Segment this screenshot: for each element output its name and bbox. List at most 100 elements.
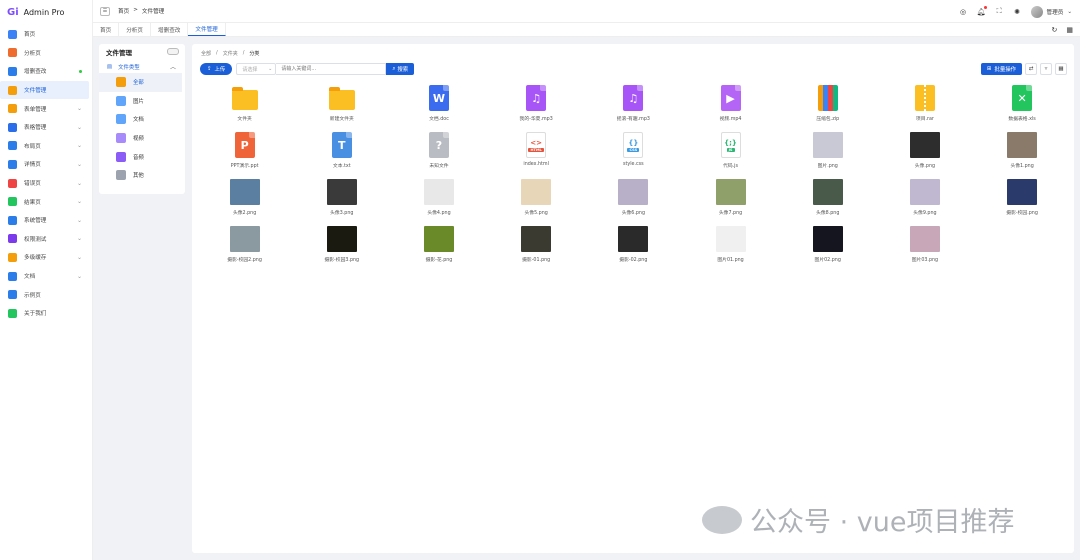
file-item[interactable]: {} CSS style.css bbox=[585, 131, 682, 178]
search-input[interactable] bbox=[276, 63, 387, 75]
file-item[interactable]: ✕ 数据表格.xls bbox=[974, 84, 1071, 131]
user-menu[interactable]: 管理员 ⌄ bbox=[1030, 5, 1072, 18]
tab[interactable]: 分析页 bbox=[119, 23, 151, 36]
file-name: 项目.rar bbox=[915, 117, 934, 122]
grid-menu-icon[interactable]: ▦ bbox=[1066, 26, 1073, 34]
file-item[interactable]: 新建文件夹 bbox=[293, 84, 390, 131]
sidebar-menu: 首页 分析页 增删查改 文件管理 表单管理 ⌄ 表格管理 ⌄ 布局页 ⌄ 详情页 ⌄ 错误页 ⌄ 结果页 ⌄ 系… bbox=[0, 25, 92, 323]
image-thumbnail bbox=[812, 225, 843, 253]
sidebar-item[interactable]: 文档 ⌄ bbox=[0, 267, 92, 286]
panel-toggle[interactable] bbox=[167, 48, 179, 55]
file-item[interactable]: 头像7.png bbox=[682, 178, 779, 225]
file-item[interactable]: 摄影-花.png bbox=[390, 225, 487, 272]
file-item[interactable]: 头像5.png bbox=[488, 178, 585, 225]
sidebar-item[interactable]: 分析页 bbox=[0, 44, 92, 63]
file-item[interactable]: {;} JS 代码.js bbox=[682, 131, 779, 178]
file-item[interactable]: T 文本.txt bbox=[293, 131, 390, 178]
file-item[interactable]: ♫ 摇滚-有趣.mp3 bbox=[585, 84, 682, 131]
file-item[interactable]: 图片01.png bbox=[682, 225, 779, 272]
menu-icon bbox=[8, 66, 17, 76]
file-type-icon bbox=[116, 151, 126, 162]
file-item[interactable]: 项目.rar bbox=[876, 84, 973, 131]
sidebar-item[interactable]: 权限测试 ⌄ bbox=[0, 230, 92, 249]
file-item[interactable]: 头像1.png bbox=[974, 131, 1071, 178]
image-thumbnail bbox=[326, 178, 357, 206]
tree-root-file-type[interactable]: ▤ 文件类型 ︿ bbox=[99, 60, 185, 73]
sidebar-item[interactable]: 错误页 ⌄ bbox=[0, 174, 92, 193]
menu-icon bbox=[8, 271, 17, 281]
github-icon[interactable]: ◎ bbox=[959, 7, 968, 16]
file-type-panel: 文件管理 ▤ 文件类型 ︿ 全部 图片 文档 视频 音频 其他 bbox=[99, 44, 185, 194]
chevron-down-icon: ⌄ bbox=[1067, 8, 1072, 15]
settings-icon[interactable]: ✺ bbox=[1013, 7, 1022, 16]
file-item[interactable]: 头像.png bbox=[876, 131, 973, 178]
menu-icon bbox=[8, 252, 17, 262]
sidebar-item[interactable]: 多级缓存 ⌄ bbox=[0, 248, 92, 267]
file-type-item[interactable]: 全部 bbox=[99, 73, 182, 92]
file-item[interactable]: 头像8.png bbox=[779, 178, 876, 225]
file-name: 未知文件 bbox=[429, 164, 449, 169]
file-item[interactable]: 头像9.png bbox=[876, 178, 973, 225]
refresh-icon[interactable]: ↻ bbox=[1052, 26, 1058, 34]
file-item[interactable]: 图片02.png bbox=[779, 225, 876, 272]
file-item[interactable]: ♫ 我的-华夏.mp3 bbox=[488, 84, 585, 131]
breadcrumb-item-home[interactable]: 首页 bbox=[118, 7, 129, 15]
file-item[interactable]: 头像6.png bbox=[585, 178, 682, 225]
path-item[interactable]: 文件夹 bbox=[223, 50, 238, 57]
file-item[interactable]: 图片03.png bbox=[876, 225, 973, 272]
image-thumbnail bbox=[423, 178, 454, 206]
file-item[interactable]: W 文档.doc bbox=[390, 84, 487, 131]
tab[interactable]: 增删查改 bbox=[151, 23, 189, 36]
fullscreen-icon[interactable]: ⛶ bbox=[995, 7, 1004, 16]
file-item[interactable]: 摄影-02.png bbox=[585, 225, 682, 272]
batch-operation-button[interactable]: ⊞ 批量操作 bbox=[980, 63, 1022, 75]
sidebar-item[interactable]: 布局页 ⌄ bbox=[0, 137, 92, 156]
path-item[interactable]: 全部 bbox=[201, 50, 211, 57]
app-logo[interactable]: Gi Admin Pro bbox=[0, 0, 92, 24]
file-item[interactable]: 摄影-01.png bbox=[488, 225, 585, 272]
file-type-item[interactable]: 文档 bbox=[99, 110, 185, 129]
file-item[interactable]: 头像4.png bbox=[390, 178, 487, 225]
type-select[interactable]: 请选择 ⌄ bbox=[236, 63, 277, 75]
sidebar-item[interactable]: 详情页 ⌄ bbox=[0, 155, 92, 174]
file-item[interactable]: 头像3.png bbox=[293, 178, 390, 225]
sidebar-item[interactable]: 表格管理 ⌄ bbox=[0, 118, 92, 137]
file-item[interactable]: 头像2.png bbox=[196, 178, 293, 225]
file-item[interactable]: 文件夹 bbox=[196, 84, 293, 131]
sort-icon[interactable]: ⇄ bbox=[1025, 63, 1037, 75]
tab[interactable]: 首页 bbox=[93, 23, 120, 36]
menu-icon bbox=[8, 234, 17, 244]
file-item[interactable]: 摄影-校园2.png bbox=[196, 225, 293, 272]
file-item[interactable]: 压缩包.zip bbox=[779, 84, 876, 131]
view-grid-icon[interactable]: ▦ bbox=[1055, 63, 1067, 75]
sidebar-item[interactable]: 系统管理 ⌄ bbox=[0, 211, 92, 230]
sidebar-item[interactable]: 表单管理 ⌄ bbox=[0, 99, 92, 118]
file-type-item[interactable]: 视频 bbox=[99, 129, 185, 148]
sidebar-item-label: 错误页 bbox=[24, 181, 41, 188]
search-button[interactable]: ⌕ 搜索 bbox=[386, 63, 415, 75]
file-item[interactable]: 摄影-校园.png bbox=[974, 178, 1071, 225]
file-item[interactable]: 图片.png bbox=[779, 131, 876, 178]
menu-fold-icon[interactable]: ☰ bbox=[100, 6, 110, 16]
sidebar-item[interactable]: 文件管理 bbox=[0, 80, 89, 100]
file-item[interactable]: <> HTML index.html bbox=[488, 131, 585, 178]
sidebar-item[interactable]: 增删查改 bbox=[0, 62, 92, 81]
file-item[interactable]: P PPT演示.ppt bbox=[196, 131, 293, 178]
file-type-item[interactable]: 其他 bbox=[99, 166, 185, 185]
sidebar-item[interactable]: 示例页 bbox=[0, 285, 92, 304]
wechat-icon bbox=[702, 505, 742, 534]
filter-icon[interactable]: ▿ bbox=[1040, 63, 1052, 75]
bell-icon[interactable]: 🔔︎ bbox=[977, 6, 987, 16]
sidebar-item[interactable]: 关于我们 bbox=[0, 304, 92, 323]
sidebar-item[interactable]: 首页 bbox=[0, 25, 92, 44]
file-item[interactable]: 摄影-校园3.png bbox=[293, 225, 390, 272]
file-item[interactable]: ▶ 视频.mp4 bbox=[682, 84, 779, 131]
sidebar-item[interactable]: 结果页 ⌄ bbox=[0, 192, 92, 211]
file-type-item[interactable]: 图片 bbox=[99, 92, 185, 111]
file-icon: ? bbox=[424, 131, 454, 159]
tab[interactable]: 文件管理 bbox=[188, 23, 226, 36]
file-item[interactable]: ? 未知文件 bbox=[390, 131, 487, 178]
app-title: Admin Pro bbox=[23, 7, 65, 17]
file-type-item[interactable]: 音频 bbox=[99, 147, 185, 166]
upload-button[interactable]: ⇪ 上传 bbox=[200, 63, 233, 75]
